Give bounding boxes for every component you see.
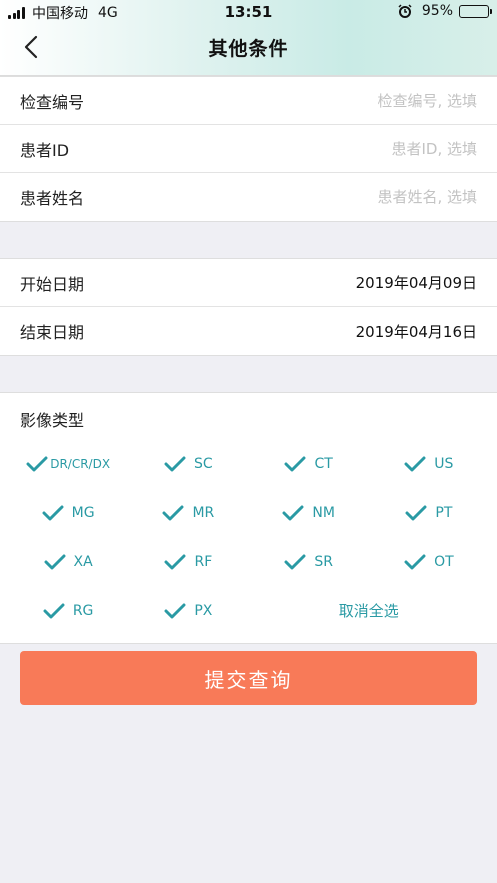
alarm-icon <box>398 4 412 18</box>
checkmark-icon <box>404 456 426 471</box>
checkmark-icon <box>164 603 186 618</box>
modality-checkbox-rf[interactable]: RF <box>128 537 248 586</box>
modality-label: CT <box>314 455 333 472</box>
modality-checkbox-dr-cr-dx[interactable]: DR/CR/DX <box>8 439 128 488</box>
patient-name-input[interactable] <box>277 188 477 206</box>
patient-id-row: 患者ID <box>0 125 497 173</box>
checkmark-icon <box>164 456 186 471</box>
start-date-row[interactable]: 开始日期 2019年04月09日 <box>0 259 497 307</box>
modality-label: DR/CR/DX <box>50 456 111 471</box>
checkmark-icon <box>284 554 306 569</box>
checkmark-icon <box>404 554 426 569</box>
page-title: 其他条件 <box>208 38 289 60</box>
checkmark-icon <box>282 505 304 520</box>
checkmark-icon <box>44 554 66 569</box>
modality-title: 影像类型 <box>20 411 85 430</box>
patient-name-row: 患者姓名 <box>0 173 497 221</box>
modality-label: US <box>434 455 454 472</box>
exam-number-input[interactable] <box>277 91 477 110</box>
modality-checkbox-sr[interactable]: SR <box>249 537 369 586</box>
start-date-label: 开始日期 <box>20 274 85 294</box>
modality-label: OT <box>434 553 454 570</box>
modality-checkbox-xa[interactable]: XA <box>8 537 128 586</box>
checkmark-icon <box>42 505 64 520</box>
modality-checkbox-us[interactable]: US <box>369 439 489 488</box>
end-date-label: 结束日期 <box>20 323 85 342</box>
modality-label: SC <box>194 455 213 472</box>
modality-checkbox-pt[interactable]: PT <box>369 488 489 537</box>
modality-group: 影像类型 DR/CR/DX SC CT US MG MR NM PT XA RF… <box>0 392 497 644</box>
checkmark-icon <box>26 456 48 471</box>
end-date-value: 2019年04月16日 <box>355 322 477 341</box>
modality-grid: DR/CR/DX SC CT US MG MR NM PT XA RF SR O… <box>0 439 497 643</box>
patient-id-input[interactable] <box>277 139 477 158</box>
modality-checkbox-sc[interactable]: SC <box>128 439 248 488</box>
modality-label: XA <box>73 553 93 570</box>
exam-number-row: 检查编号 <box>0 77 497 125</box>
modality-checkbox-rg[interactable]: RG <box>8 586 128 635</box>
navigation-bar: 其他条件 <box>0 24 497 70</box>
status-right: 95% <box>398 3 492 19</box>
battery-percent: 95% <box>421 3 453 19</box>
battery-icon <box>459 4 492 18</box>
top-bar: 中国移动 4G 13:51 95% 其他条件 <box>0 0 497 76</box>
checkmark-icon <box>405 505 427 520</box>
modality-label: NM <box>312 504 335 521</box>
submit-query-button[interactable]: 提交查询 <box>20 651 477 705</box>
modality-label: RG <box>72 602 94 619</box>
checkmark-icon <box>284 456 306 471</box>
modality-label: RF <box>194 553 213 570</box>
modality-checkbox-ct[interactable]: CT <box>249 439 369 488</box>
modality-label: MR <box>192 504 215 521</box>
modality-checkbox-mg[interactable]: MG <box>8 488 128 537</box>
exam-number-label: 检查编号 <box>20 92 85 112</box>
modality-label: SR <box>314 553 333 570</box>
modality-checkbox-nm[interactable]: NM <box>249 488 369 537</box>
modality-checkbox-ot[interactable]: OT <box>369 537 489 586</box>
modality-label: MG <box>71 504 95 521</box>
checkmark-icon <box>43 603 65 618</box>
modality-label: PT <box>435 504 453 521</box>
modality-label: PX <box>194 602 213 619</box>
status-bar: 中国移动 4G 13:51 95% <box>0 0 497 24</box>
modality-checkbox-mr[interactable]: MR <box>128 488 248 537</box>
checkmark-icon <box>162 505 184 520</box>
start-date-value: 2019年04月09日 <box>355 274 477 292</box>
deselect-all-button[interactable]: 取消全选 <box>249 586 490 635</box>
patient-id-label: 患者ID <box>20 140 70 160</box>
patient-name-label: 患者姓名 <box>20 189 85 208</box>
checkmark-icon <box>164 554 186 569</box>
date-group: 开始日期 2019年04月09日 结束日期 2019年04月16日 <box>0 258 497 356</box>
query-fields-group: 检查编号 患者ID 患者姓名 <box>0 76 497 222</box>
modality-checkbox-px[interactable]: PX <box>128 586 248 635</box>
end-date-row[interactable]: 结束日期 2019年04月16日 <box>0 307 497 355</box>
